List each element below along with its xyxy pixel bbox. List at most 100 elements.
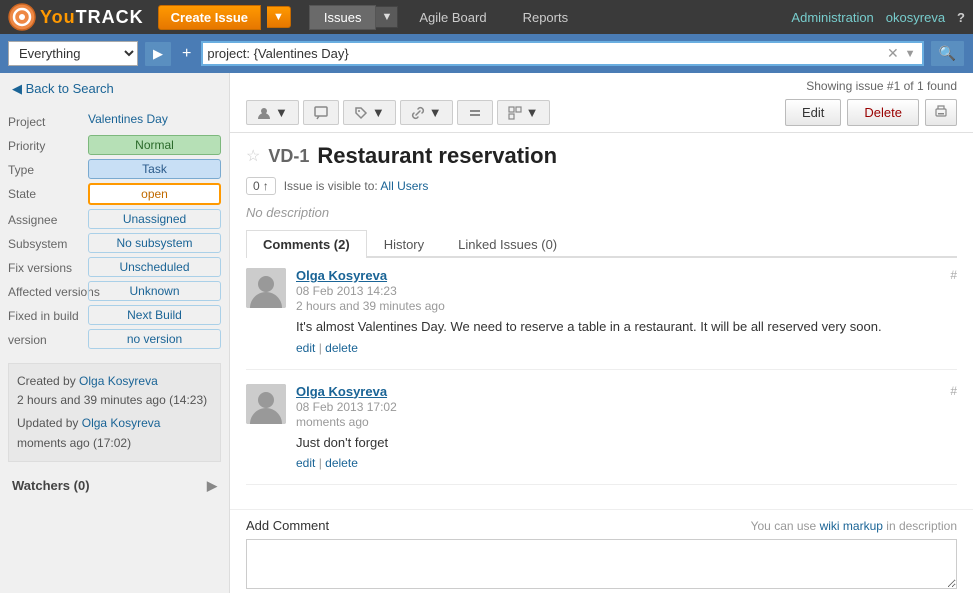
- fixed-in-build-value[interactable]: Next Build: [88, 305, 221, 325]
- updated-time: moments ago: [17, 436, 90, 450]
- project-link[interactable]: Valentines Day: [88, 112, 168, 126]
- watchers-expand-icon[interactable]: ▶: [207, 478, 217, 494]
- created-by-label: Created by: [17, 374, 76, 388]
- avatar: [246, 384, 286, 424]
- tabs-row: Comments (2) History Linked Issues (0): [246, 230, 957, 258]
- sidebar-fields: Project Valentines Day Priority Normal T…: [0, 105, 229, 355]
- comments-list: # Olga Kosyreva 08 Feb 2013 14:23 2 hour…: [230, 258, 973, 509]
- reports-button[interactable]: Reports: [508, 5, 584, 30]
- toolbar-right: Edit Delete: [785, 99, 957, 126]
- back-to-search-link[interactable]: ◀ Back to Search: [0, 73, 229, 105]
- assign-button[interactable]: ▼: [246, 100, 299, 125]
- comment-hash: #: [950, 268, 957, 282]
- tag-button[interactable]: ▼: [343, 100, 396, 125]
- comment-edit-link[interactable]: edit: [296, 341, 315, 355]
- state-value[interactable]: open: [88, 183, 221, 205]
- labels-button[interactable]: [457, 100, 493, 125]
- avatar-image: [246, 268, 286, 308]
- wiki-markup-link[interactable]: wiki markup: [820, 519, 883, 533]
- delete-button[interactable]: Delete: [847, 99, 919, 126]
- user-link[interactable]: okosyreva: [886, 10, 945, 25]
- project-field: Project Valentines Day: [0, 109, 229, 133]
- comment-author-link[interactable]: Olga Kosyreva: [296, 268, 387, 283]
- fix-versions-tag[interactable]: Unscheduled: [88, 257, 221, 277]
- tag-dropdown-icon: ▼: [372, 105, 385, 120]
- assignee-tag[interactable]: Unassigned: [88, 209, 221, 229]
- affected-versions-tag[interactable]: Unknown: [88, 281, 221, 301]
- fixed-in-build-field: Fixed in build Next Build: [0, 303, 229, 327]
- type-tag[interactable]: Task: [88, 159, 221, 179]
- comment-hash: #: [950, 384, 957, 398]
- search-nav-button[interactable]: ▶: [144, 41, 172, 67]
- comment-textarea[interactable]: [246, 539, 957, 589]
- logo-track: TRACK: [76, 7, 144, 27]
- comment-date: 08 Feb 2013 14:23: [296, 284, 397, 298]
- version-value[interactable]: no version: [88, 329, 221, 349]
- type-value[interactable]: Task: [88, 159, 221, 179]
- priority-value[interactable]: Normal: [88, 135, 221, 155]
- search-plus-icon[interactable]: +: [178, 45, 195, 63]
- link-button[interactable]: ▼: [400, 100, 453, 125]
- affected-versions-field: Affected versions Unknown: [0, 279, 229, 303]
- filter-select[interactable]: Everything: [8, 41, 138, 66]
- comment-delete-link[interactable]: delete: [325, 341, 358, 355]
- comment-actions: edit | delete: [296, 341, 957, 355]
- help-icon[interactable]: ?: [957, 10, 965, 25]
- created-by-row: Created by Olga Kosyreva: [17, 372, 212, 391]
- comment-delete-link[interactable]: delete: [325, 456, 358, 470]
- created-time-detail: (14:23): [169, 393, 207, 407]
- comment-text: Just don't forget: [296, 433, 957, 453]
- comment-author-link[interactable]: Olga Kosyreva: [296, 384, 387, 399]
- issues-button[interactable]: Issues: [309, 5, 377, 30]
- state-tag[interactable]: open: [88, 183, 221, 205]
- search-input[interactable]: [207, 46, 883, 61]
- administration-link[interactable]: Administration: [791, 10, 873, 25]
- tab-linked-issues[interactable]: Linked Issues (0): [441, 230, 574, 258]
- affected-versions-value[interactable]: Unknown: [88, 281, 221, 301]
- comment-button[interactable]: [303, 100, 339, 125]
- assignee-value[interactable]: Unassigned: [88, 209, 221, 229]
- comment-relative-time: 2 hours and 39 minutes ago: [296, 299, 445, 313]
- layout-button[interactable]: ▼: [497, 100, 550, 125]
- project-label: Project: [8, 111, 88, 129]
- logo-text: YouTRACK: [40, 7, 144, 28]
- tab-history[interactable]: History: [367, 230, 441, 258]
- print-button[interactable]: [925, 99, 957, 126]
- fixed-in-build-tag[interactable]: Next Build: [88, 305, 221, 325]
- issue-header: ☆ VD-1 Restaurant reservation: [230, 133, 973, 173]
- star-icon[interactable]: ☆: [246, 146, 260, 166]
- comment-text: It's almost Valentines Day. We need to r…: [296, 317, 957, 337]
- issues-dropdown[interactable]: ▼: [376, 6, 398, 28]
- fix-versions-value[interactable]: Unscheduled: [88, 257, 221, 277]
- table-row: # Olga Kosyreva 08 Feb 2013 14:23 2 hour…: [246, 268, 957, 370]
- comment-meta: 08 Feb 2013 14:23 2 hours and 39 minutes…: [296, 283, 957, 313]
- created-by-author[interactable]: Olga Kosyreva: [79, 374, 158, 388]
- visible-to-link[interactable]: All Users: [380, 179, 428, 193]
- top-navigation: YouTRACK Create Issue ▼ Issues ▼ Agile B…: [0, 0, 973, 34]
- vote-box[interactable]: 0 ↑: [246, 177, 276, 195]
- search-bar: Everything ▶ + ✕ ▼ 🔍: [0, 34, 973, 73]
- version-tag[interactable]: no version: [88, 329, 221, 349]
- search-dropdown-icon[interactable]: ▼: [903, 48, 918, 60]
- tab-comments[interactable]: Comments (2): [246, 230, 367, 258]
- affected-versions-label: Affected versions: [8, 281, 88, 299]
- comment-edit-link[interactable]: edit: [296, 456, 315, 470]
- edit-button[interactable]: Edit: [785, 99, 841, 126]
- updated-time-detail: (17:02): [93, 436, 131, 450]
- assignee-field: Assignee Unassigned: [0, 207, 229, 231]
- subsystem-value[interactable]: No subsystem: [88, 233, 221, 253]
- search-input-wrap: ✕ ▼: [201, 41, 923, 66]
- vote-count: 0: [253, 179, 260, 193]
- subsystem-tag[interactable]: No subsystem: [88, 233, 221, 253]
- agile-board-button[interactable]: Agile Board: [404, 5, 501, 30]
- search-submit-button[interactable]: 🔍: [930, 40, 965, 67]
- updated-by-author[interactable]: Olga Kosyreva: [82, 416, 161, 430]
- created-time: 2 hours and 39 minutes ago: [17, 393, 166, 407]
- search-clear-icon[interactable]: ✕: [883, 45, 903, 62]
- create-issue-button[interactable]: Create Issue: [158, 5, 261, 30]
- updated-time-row: moments ago (17:02): [17, 434, 212, 453]
- version-field: version no version: [0, 327, 229, 351]
- priority-tag[interactable]: Normal: [88, 135, 221, 155]
- logo: YouTRACK: [8, 3, 144, 31]
- create-issue-dropdown[interactable]: ▼: [267, 6, 291, 28]
